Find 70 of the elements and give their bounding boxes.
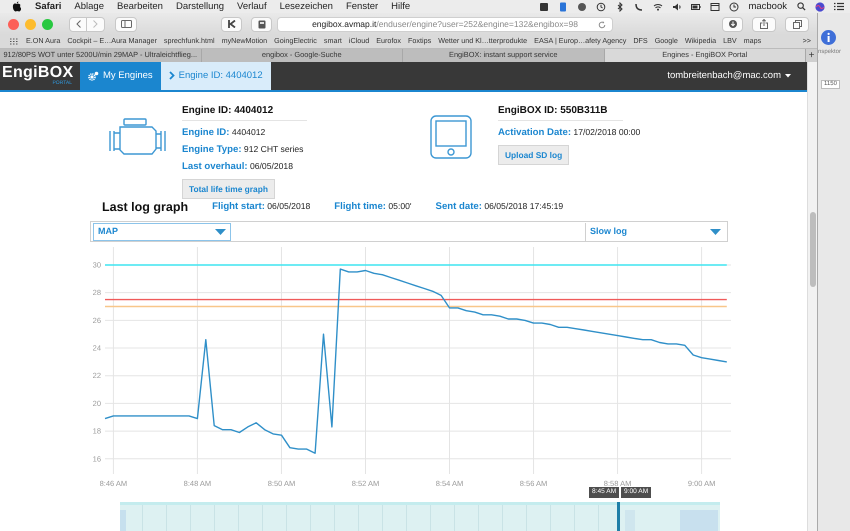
menu-item[interactable]: Verlauf <box>237 0 267 12</box>
tabs-button[interactable] <box>785 16 809 32</box>
field-label: Last overhaul: <box>182 160 248 172</box>
dropdown-icon <box>710 228 721 235</box>
field-label: Activation Date: <box>498 126 572 138</box>
clock-icon[interactable] <box>729 2 740 12</box>
computer-name[interactable]: macbook <box>748 0 787 12</box>
download-icon <box>728 20 736 28</box>
tablet-icon <box>430 114 472 159</box>
info-icon[interactable] <box>821 30 836 45</box>
field-label: Sent date: <box>436 201 482 212</box>
menu-item[interactable]: Fenster <box>346 0 378 12</box>
menu-item[interactable]: Ablage <box>74 0 104 12</box>
field-value: 06/05/2018 <box>248 160 293 171</box>
share-button[interactable] <box>752 16 776 32</box>
battery-icon[interactable] <box>691 2 702 12</box>
url-text: engibox.avmap.it/enduser/engine?user=252&engine=132&engibox=98 <box>312 18 578 30</box>
dropdown-icon <box>215 228 226 235</box>
sidebar-button[interactable] <box>115 16 137 32</box>
menu-item[interactable]: Hilfe <box>391 0 410 12</box>
nav-tab[interactable]: My Engines <box>80 62 161 90</box>
user-menu[interactable]: tombreitenbach@mac.com <box>661 69 797 83</box>
back-icon <box>76 20 80 28</box>
sidebar-icon <box>120 20 132 28</box>
caret-icon <box>785 74 791 78</box>
heading: Engine ID: 4404012 <box>182 104 307 121</box>
back-button[interactable] <box>69 16 87 32</box>
field-label: Engine Type: <box>182 144 242 155</box>
field-value: 912 CHT series <box>242 144 304 154</box>
menu-item[interactable]: Lesezeichen <box>280 0 333 12</box>
engine-icon <box>108 116 166 157</box>
menu-item[interactable]: Bearbeiten <box>117 0 163 12</box>
grid-icon[interactable] <box>10 38 19 45</box>
field-label: Flight start: <box>212 201 265 212</box>
bluetooth-icon[interactable] <box>615 2 626 12</box>
list-icon[interactable] <box>834 2 844 11</box>
siri-icon[interactable] <box>815 2 825 12</box>
address-field[interactable]: engibox.avmap.it/enduser/engine?user=252&engine=132&engibox=98 <box>277 16 613 32</box>
volume-icon[interactable] <box>672 2 682 12</box>
field-label: Flight time: <box>334 201 386 212</box>
field-value: 4404012 <box>230 126 266 137</box>
extension-button[interactable] <box>251 16 272 32</box>
tabs-icon <box>792 20 802 28</box>
phone-icon[interactable] <box>634 2 644 12</box>
extension-button[interactable] <box>221 16 242 32</box>
logo-text[interactable]: EngiBOX <box>2 65 74 82</box>
search-icon[interactable] <box>797 2 806 11</box>
field-value: 06/05/2018 17:45:19 <box>483 201 564 212</box>
section-title: Last log graph <box>102 200 188 215</box>
share-icon <box>760 19 768 29</box>
field-value: 06/05/2018 <box>266 201 310 212</box>
download-button[interactable] <box>722 16 743 32</box>
field-value: 17/02/2018 00:00 <box>572 126 640 137</box>
menu-item[interactable]: Darstellung <box>176 0 224 12</box>
field-value: 05:00' <box>387 201 412 212</box>
forward-icon <box>93 20 98 28</box>
channel-select[interactable]: MAP <box>93 222 231 241</box>
calendar-icon[interactable] <box>710 2 720 12</box>
scrollbar[interactable] <box>807 62 817 531</box>
heading: EngiBOX ID: 550B311B <box>498 104 623 121</box>
new-tab-button[interactable]: + <box>806 49 817 62</box>
app-menu[interactable]: Safari <box>35 0 62 12</box>
history-icon[interactable] <box>596 2 606 12</box>
gears-icon <box>88 70 99 81</box>
wifi-icon[interactable] <box>653 2 664 12</box>
document-icon <box>258 20 266 28</box>
field-label: Engine ID: <box>182 126 230 138</box>
apple-icon[interactable] <box>12 1 21 12</box>
reload-icon[interactable] <box>598 20 606 28</box>
document-icon[interactable] <box>558 2 568 12</box>
